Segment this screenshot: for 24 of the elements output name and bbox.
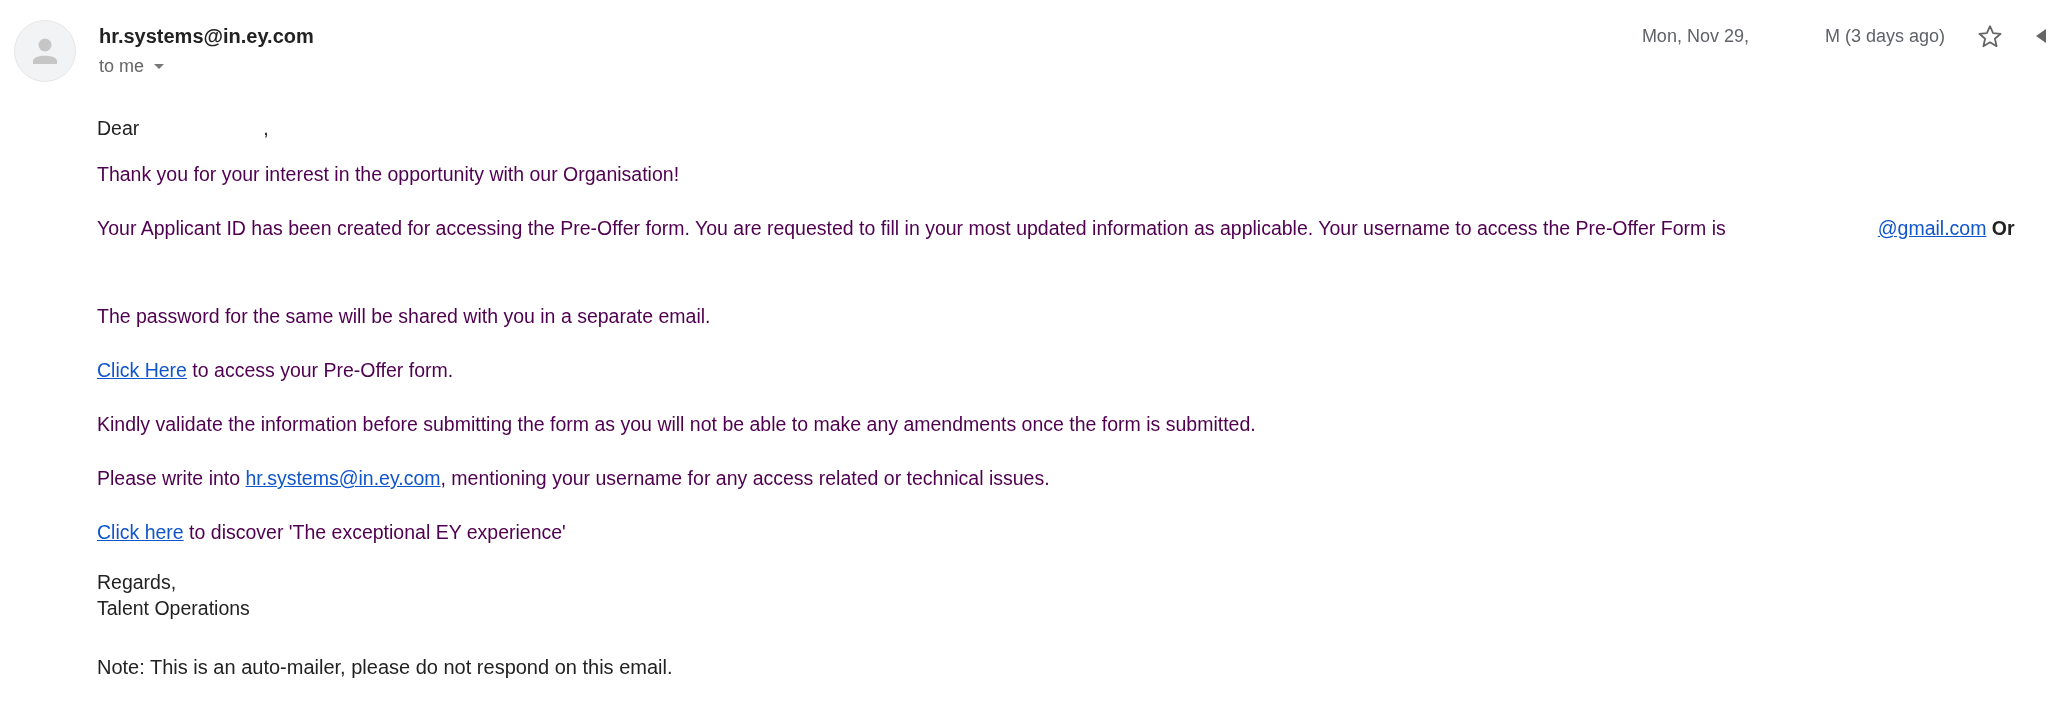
- star-icon[interactable]: [1978, 24, 2002, 48]
- paragraph: Click Here to access your Pre-Offer form.: [97, 358, 455, 383]
- sender-email: hr.systems@in.ey.com: [99, 24, 314, 48]
- avatar-icon: [14, 20, 76, 82]
- greeting-comma: ,: [263, 117, 269, 139]
- greeting-text: Dear: [97, 117, 140, 139]
- note-text: Note: This is an auto-mailer, please do not respond on this email.: [97, 655, 674, 680]
- paragraph: Kindly validate the information before submitting the form as you will not be able to make any amendments once the form is submitted.: [97, 412, 1257, 437]
- paragraph: Please write into hr.systems@in.ey.com, mentioning your username for any access related or technical issues.: [97, 466, 1051, 491]
- date-text: Mon, Nov 29,: [1641, 25, 1749, 47]
- link[interactable]: Click Here: [97, 359, 187, 381]
- caret-icon[interactable]: [154, 63, 165, 69]
- link[interactable]: @gmail.com: [1877, 217, 1987, 239]
- time-text: M (3 days ago): [1824, 25, 1945, 47]
- link[interactable]: hr.systems@in.ey.com: [245, 467, 441, 489]
- paragraph: Your Applicant ID has been created for accessing the Pre-Offer form. You are requested to fill in your most updated information as applicable. Your username to access the Pre-Offer Form is @gmail.com Or: [97, 216, 2016, 241]
- link[interactable]: Click here: [97, 521, 184, 543]
- signature-text: Talent Operations: [97, 596, 251, 621]
- paragraph: Click here to discover 'The exceptional EY experience': [97, 520, 567, 545]
- paragraph: Thank you for your interest in the opportunity with our Organisation!: [97, 162, 681, 187]
- paragraph: The password for the same will be shared with you in a separate email.: [97, 304, 712, 329]
- recipient-label: to me: [99, 55, 145, 77]
- signoff-text: Regards,: [97, 570, 178, 595]
- arrow-icon[interactable]: [2036, 29, 2046, 43]
